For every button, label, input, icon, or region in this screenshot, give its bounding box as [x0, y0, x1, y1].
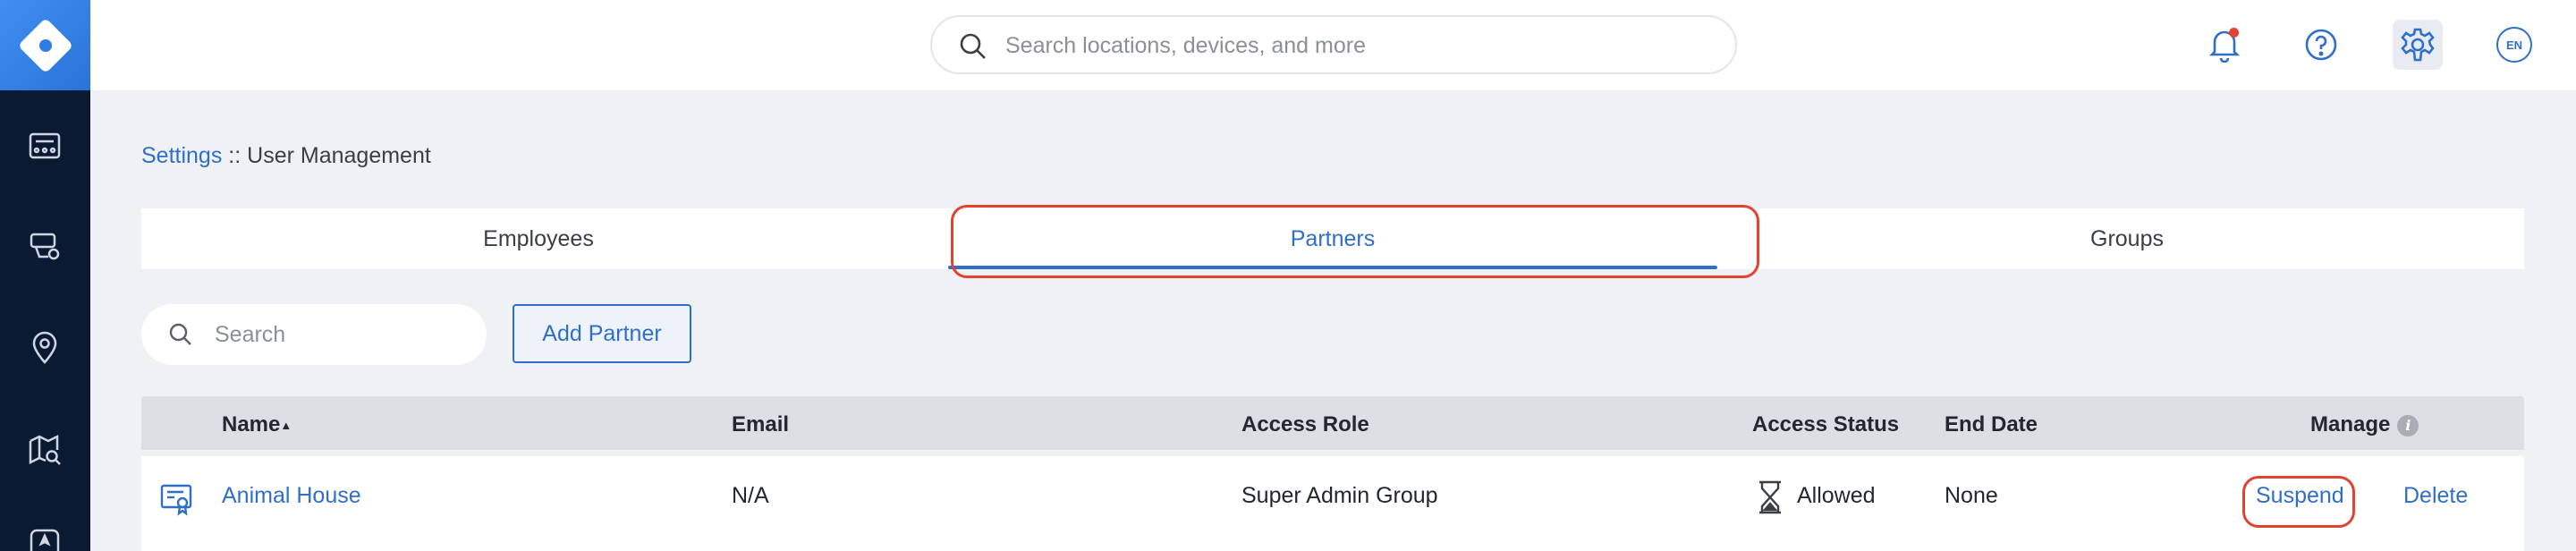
table-header: Name▲ Email Access Role Access Status En…: [141, 396, 2524, 450]
table-row: Animal House N/A Super Admin Group Allow…: [141, 456, 2524, 551]
breadcrumb: Settings :: User Management: [141, 143, 431, 169]
dashboard-icon[interactable]: [27, 128, 63, 164]
tab-employees[interactable]: Employees: [141, 208, 936, 269]
gear-icon: [2401, 28, 2435, 62]
partner-search[interactable]: [141, 304, 487, 365]
global-search-input[interactable]: [1005, 28, 1703, 64]
column-header-email[interactable]: Email: [732, 412, 789, 437]
tab-groups[interactable]: Groups: [1730, 208, 2524, 269]
search-icon: [169, 323, 191, 345]
language-button[interactable]: EN: [2489, 20, 2539, 70]
partner-name-link[interactable]: Animal House: [222, 483, 361, 509]
partner-access-status: Allowed: [1797, 483, 1876, 508]
logo-diamond-icon: [17, 17, 73, 73]
help-button[interactable]: [2296, 20, 2346, 70]
info-icon[interactable]: i: [2397, 414, 2419, 437]
column-name-label: Name: [222, 412, 281, 437]
suspend-button[interactable]: Suspend: [2256, 483, 2344, 509]
partner-email: N/A: [732, 483, 769, 508]
add-partner-button[interactable]: Add Partner: [513, 304, 691, 363]
column-header-access-status[interactable]: Access Status: [1752, 412, 1899, 437]
tab-partners[interactable]: Partners: [936, 208, 1730, 269]
hourglass-icon: [1759, 480, 1781, 514]
top-bar: EN: [90, 0, 2576, 90]
column-header-end-date[interactable]: End Date: [1945, 412, 2038, 437]
help-icon: [2305, 29, 2337, 61]
global-search[interactable]: [930, 15, 1737, 74]
column-header-manage: Manage i: [2310, 412, 2419, 437]
partner-end-date: None: [1945, 483, 1998, 508]
column-header-name[interactable]: Name▲: [222, 412, 292, 437]
notification-dot: [2229, 28, 2239, 38]
compass-icon[interactable]: [27, 526, 63, 551]
column-header-access-role[interactable]: Access Role: [1241, 412, 1369, 437]
devices-icon[interactable]: [27, 228, 63, 264]
search-icon: [960, 33, 986, 59]
partner-search-input[interactable]: [215, 318, 465, 351]
sidebar: [0, 0, 90, 551]
map-search-icon[interactable]: [27, 432, 63, 468]
delete-button[interactable]: Delete: [2403, 483, 2468, 509]
partner-access-role: Super Admin Group: [1241, 483, 1438, 508]
partner-certificate-icon: [160, 484, 192, 516]
breadcrumb-current: User Management: [247, 143, 431, 168]
settings-button[interactable]: [2393, 20, 2443, 70]
user-management-tabs: Employees Partners Groups: [141, 208, 2524, 269]
app-logo[interactable]: [0, 0, 90, 90]
sort-ascending-icon: ▲: [280, 419, 292, 433]
breadcrumb-settings-link[interactable]: Settings: [141, 143, 222, 168]
column-manage-label: Manage: [2310, 412, 2391, 437]
breadcrumb-separator: ::: [228, 143, 242, 168]
notifications-button[interactable]: [2199, 20, 2250, 70]
language-badge: EN: [2496, 27, 2532, 63]
location-pin-icon[interactable]: [27, 330, 63, 366]
